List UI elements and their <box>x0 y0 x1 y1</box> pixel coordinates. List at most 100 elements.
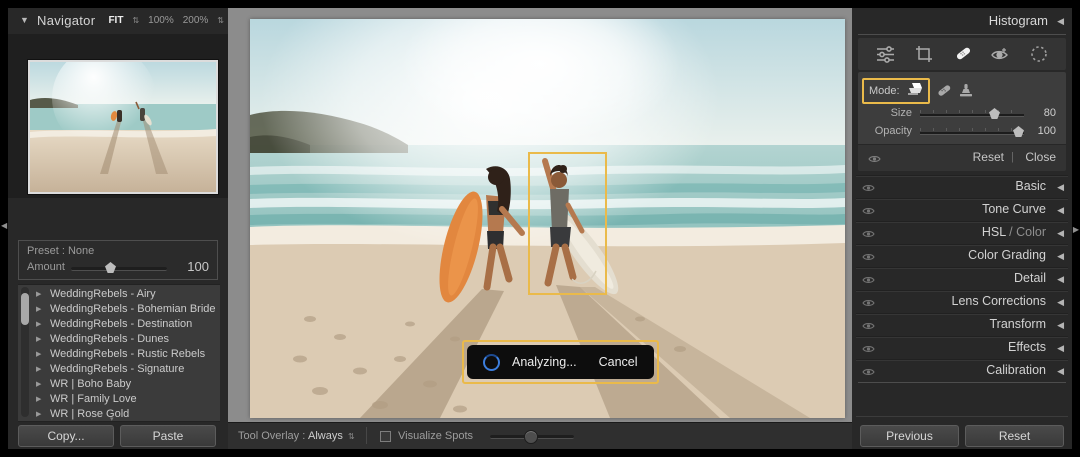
navigator-preview-area <box>8 34 228 198</box>
size-value: 80 <box>1044 107 1056 119</box>
disclosure-triangle-icon[interactable]: ▶ <box>36 336 41 343</box>
collapse-arrow-icon[interactable]: ◀ <box>1057 251 1064 262</box>
preset-item[interactable]: ▶WR | Boho Baby <box>18 377 220 392</box>
clone-mode-icon[interactable] <box>958 82 974 98</box>
collapse-arrow-icon[interactable]: ◀ <box>1057 228 1064 239</box>
tool-overlay-select[interactable]: Always <box>308 430 343 442</box>
navigator-header[interactable]: ▼ Navigator FIT⇅ 100% 200%⇅ <box>8 8 228 34</box>
disclosure-triangle-icon[interactable]: ▶ <box>36 351 41 358</box>
eye-toggle-icon[interactable] <box>862 203 875 221</box>
preset-item[interactable]: ▶WeddingRebels - Signature <box>18 362 220 377</box>
fit-dropdown-icon[interactable]: ⇅ <box>132 16 139 25</box>
eye-toggle-icon[interactable] <box>862 341 875 359</box>
amount-slider-thumb[interactable] <box>105 262 116 273</box>
disclosure-triangle-icon[interactable]: ▶ <box>36 381 41 388</box>
tool-strip <box>858 38 1066 70</box>
paste-button[interactable]: Paste <box>120 425 216 447</box>
copy-button[interactable]: Copy... <box>18 425 114 447</box>
disclosure-triangle-icon[interactable]: ▼ <box>20 15 29 25</box>
preset-name-line: Preset : None <box>27 245 94 257</box>
histogram-header[interactable]: Histogram ◀ <box>852 10 1072 32</box>
zoom-100-option[interactable]: 100% <box>148 15 174 26</box>
eye-toggle-icon[interactable] <box>862 272 875 290</box>
masking-icon[interactable] <box>1028 43 1050 65</box>
preset-item[interactable]: ▶WR | Family Love <box>18 392 220 407</box>
main-work-area: Analyzing... Cancel Tool Overlay : Alway… <box>228 8 852 449</box>
mode-label: Mode: <box>869 85 900 97</box>
panel-header-transform[interactable]: Transform ◀ <box>852 313 1072 335</box>
opacity-label: Opacity <box>860 125 912 137</box>
adjustments-icon[interactable] <box>874 43 896 65</box>
eye-toggle-icon[interactable] <box>862 226 875 244</box>
zoom-200-option[interactable]: 200% <box>183 15 209 26</box>
disclosure-triangle-icon[interactable]: ▶ <box>36 321 41 328</box>
collapse-arrow-icon[interactable]: ◀ <box>1057 205 1064 216</box>
preset-item[interactable]: ▶WeddingRebels - Destination <box>18 317 220 332</box>
panel-bottom-chevron-icon[interactable]: ▾ <box>110 415 114 423</box>
panel-header-calibration[interactable]: Calibration ◀ <box>852 359 1072 381</box>
size-slider-track[interactable] <box>920 114 1024 117</box>
subject-selection-rectangle[interactable] <box>528 152 607 295</box>
divider <box>858 382 1066 383</box>
right-panel-collapse-arrow-icon[interactable]: ▶ <box>1073 226 1079 234</box>
heal-mode-icon[interactable] <box>934 82 952 100</box>
disclosure-triangle-icon[interactable]: ▶ <box>36 366 41 373</box>
disclosure-triangle-icon[interactable]: ▶ <box>36 396 41 403</box>
left-panel-collapse-arrow-icon[interactable]: ◀ <box>1 222 7 230</box>
disclosure-triangle-icon[interactable]: ▶ <box>36 411 41 418</box>
mode-selector-highlight: Mode: <box>862 78 930 104</box>
visualize-spots-checkbox[interactable] <box>380 431 391 442</box>
eraser-mode-icon[interactable] <box>906 81 923 101</box>
zoom-dropdown-icon[interactable]: ⇅ <box>217 16 224 25</box>
visualize-spots-slider-thumb[interactable] <box>524 430 538 444</box>
toolbar: Tool Overlay : Always ⇅ Visualize Spots <box>228 422 852 449</box>
lightroom-develop-window: ◀ ▶ ▼ Navigator FIT⇅ 100% 200%⇅ <box>0 0 1080 457</box>
crop-icon[interactable] <box>913 43 935 65</box>
collapse-arrow-icon[interactable]: ◀ <box>1057 297 1064 308</box>
panel-header-color-grading[interactable]: Color Grading ◀ <box>852 244 1072 266</box>
eye-toggle-icon[interactable] <box>862 180 875 198</box>
panel-header-lens-corrections[interactable]: Lens Corrections ◀ <box>852 290 1072 312</box>
red-eye-icon[interactable] <box>989 43 1011 65</box>
panel-header-basic[interactable]: Basic ◀ <box>852 175 1072 197</box>
size-slider-ticks <box>920 110 1024 113</box>
amount-slider-track[interactable] <box>71 267 167 271</box>
opacity-slider-track[interactable] <box>920 132 1024 135</box>
panel-header-detail[interactable]: Detail ◀ <box>852 267 1072 289</box>
collapse-arrow-icon[interactable]: ◀ <box>1057 343 1064 354</box>
reset-button[interactable]: Reset <box>965 425 1064 447</box>
panel-header-effects[interactable]: Effects ◀ <box>852 336 1072 358</box>
eye-toggle-icon[interactable] <box>862 249 875 267</box>
preset-item[interactable]: ▶WeddingRebels - Dunes <box>18 332 220 347</box>
eye-toggle-icon[interactable] <box>862 318 875 336</box>
navigator-thumbnail[interactable] <box>28 60 218 194</box>
collapse-arrow-icon[interactable]: ◀ <box>1057 320 1064 331</box>
disclosure-triangle-icon[interactable]: ▶ <box>36 291 41 298</box>
eye-toggle-icon[interactable] <box>868 151 881 169</box>
disclosure-triangle-icon[interactable]: ▶ <box>36 306 41 313</box>
collapse-arrow-icon[interactable]: ◀ <box>1057 16 1064 27</box>
spot-tool-footer: Reset | Close <box>858 144 1066 171</box>
spot-close-button[interactable]: Close <box>1025 150 1056 164</box>
previous-button[interactable]: Previous <box>860 425 959 447</box>
left-panel: ▼ Navigator FIT⇅ 100% 200%⇅ <box>8 8 228 449</box>
opacity-slider-row: Opacity 100 <box>858 124 1066 140</box>
panel-header-tone-curve[interactable]: Tone Curve ◀ <box>852 198 1072 220</box>
collapse-arrow-icon[interactable]: ◀ <box>1057 274 1064 285</box>
preset-item[interactable]: ▶WeddingRebels - Airy <box>18 287 220 302</box>
analyzing-status-text: Analyzing... <box>512 355 577 369</box>
panel-header-hsl-color[interactable]: HSL / Color ◀ <box>852 221 1072 243</box>
collapse-arrow-icon[interactable]: ◀ <box>1057 182 1064 193</box>
collapse-arrow-icon[interactable]: ◀ <box>1057 366 1064 377</box>
eye-toggle-icon[interactable] <box>862 364 875 382</box>
preset-item[interactable]: ▶WR | Rose Gold <box>18 407 220 422</box>
zoom-fit-option[interactable]: FIT <box>108 15 123 26</box>
tool-overlay-dropdown-icon[interactable]: ⇅ <box>348 432 355 441</box>
cancel-button[interactable]: Cancel <box>599 355 638 369</box>
healing-brush-icon[interactable] <box>951 43 973 65</box>
eye-toggle-icon[interactable] <box>862 295 875 313</box>
histogram-title: Histogram <box>989 13 1048 28</box>
spot-reset-button[interactable]: Reset <box>973 150 1004 164</box>
preset-item[interactable]: ▶WeddingRebels - Rustic Rebels <box>18 347 220 362</box>
preset-item[interactable]: ▶WeddingRebels - Bohemian Bride <box>18 302 220 317</box>
